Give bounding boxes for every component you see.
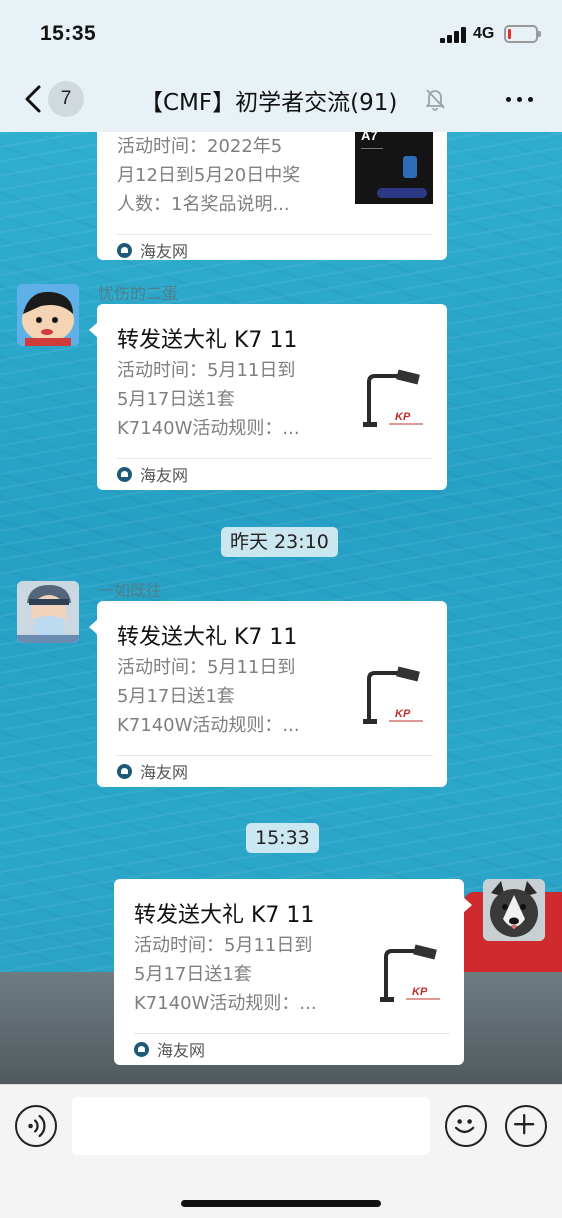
plus-icon[interactable] [505,1105,547,1147]
emoji-icon[interactable] [445,1105,487,1147]
network-type: 4G [473,25,495,42]
link-card-source: 海友网 [117,238,188,262]
sender-name: 忧伤的二蛋 [98,286,179,303]
link-card-description: 活动时间：5月11日到 5月17日送1套 K7140W活动规则：... [117,360,300,439]
voice-icon[interactable] [15,1105,57,1147]
avatar[interactable] [17,284,79,346]
battery-level [508,29,511,39]
chat-header: 7 【CMF】初学者交流(91) [0,68,562,132]
sender-name: 一如既往 [98,583,163,600]
avatar[interactable] [17,581,79,643]
chevron-left-icon[interactable] [22,84,48,114]
battery-icon [504,25,541,43]
link-card-message[interactable]: 活动时间：2022年5 月12日到5月20日中奖 人数：1名奖品说明... A7… [97,132,447,262]
svg-text:KP: KP [412,986,428,998]
unread-count-badge[interactable]: 7 [48,81,84,117]
source-logo-icon [117,763,132,779]
timestamp: 昨天 23:10 [221,527,338,557]
link-card-title: 转发送大礼 K7 11 [117,328,298,353]
more-icon[interactable] [500,88,540,110]
source-logo-icon [117,466,132,482]
input-bar [0,1084,562,1218]
link-card-thumbnail: KP [355,659,433,737]
status-bar: 15:35 4G [0,0,562,68]
status-time: 15:35 [40,22,97,45]
signal-icon [440,27,467,43]
link-card-title: 转发送大礼 K7 11 [134,903,315,928]
link-card-source: 海友网 [134,1037,205,1061]
timestamp: 15:33 [246,823,319,853]
bell-slash-icon [426,89,445,111]
home-indicator[interactable] [181,1200,381,1207]
link-card-message[interactable]: 转发送大礼 K7 11 活动时间：5月11日到 5月17日送1套 K7140W活… [89,304,447,490]
link-card-source: 海友网 [117,462,188,486]
link-card-message[interactable]: 转发送大礼 K7 11 活动时间：5月11日到 5月17日送1套 K7140W活… [114,879,472,1065]
link-card-description: 活动时间：2022年5 月12日到5月20日中奖 人数：1名奖品说明... [117,136,301,215]
chat-title[interactable]: 【CMF】初学者交流(91) [140,83,397,117]
avatar[interactable] [483,879,545,941]
chat-area[interactable]: 活动时间：2022年5 月12日到5月20日中奖 人数：1名奖品说明... A7… [0,132,562,1084]
message-input[interactable] [72,1097,430,1155]
link-card-title: 转发送大礼 K7 11 [117,625,298,650]
svg-text:KP: KP [395,708,411,720]
source-logo-icon [117,242,132,258]
link-card-thumbnail: KP [372,937,450,1015]
link-card-source: 海友网 [117,759,188,783]
link-card-description: 活动时间：5月11日到 5月17日送1套 K7140W活动规则：... [134,935,317,1014]
link-card-thumbnail: A7 [355,132,433,204]
source-logo-icon [134,1041,149,1057]
link-card-description: 活动时间：5月11日到 5月17日送1套 K7140W活动规则：... [117,657,300,736]
svg-text:KP: KP [395,411,411,423]
link-card-message[interactable]: 转发送大礼 K7 11 活动时间：5月11日到 5月17日送1套 K7140W活… [89,601,447,787]
link-card-thumbnail: KP [355,362,433,440]
